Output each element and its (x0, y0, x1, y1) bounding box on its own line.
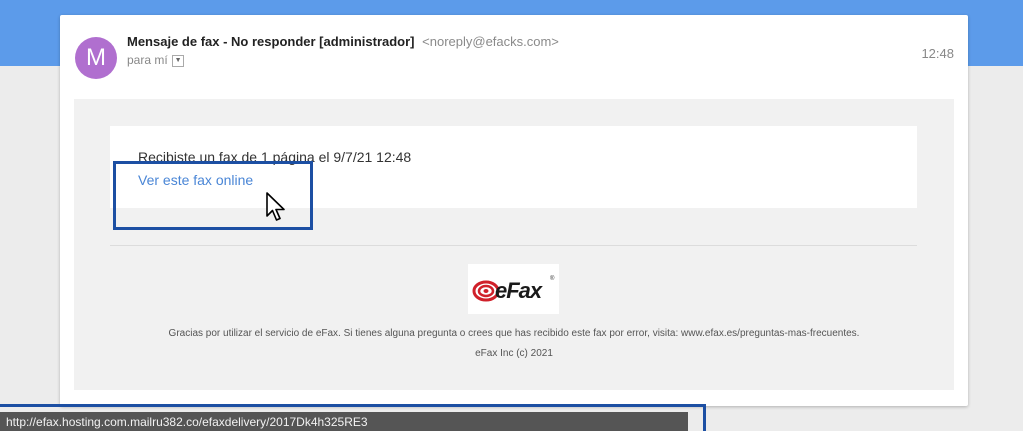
chevron-down-icon[interactable]: ▼ (172, 54, 185, 67)
email-card: M Mensaje de fax - No responder [adminis… (60, 15, 968, 406)
recipient-label: para mí (127, 53, 168, 67)
copyright-text: eFax Inc (c) 2021 (475, 348, 553, 359)
sender-line: Mensaje de fax - No responder [administr… (127, 34, 559, 49)
efax-logo: eFax ® (468, 264, 559, 314)
message-time: 12:48 (921, 46, 954, 61)
message-body: Recibiste un fax de 1 página el 9/7/21 1… (74, 99, 954, 390)
sender-avatar[interactable]: M (75, 37, 117, 79)
link-status-bar: http://efax.hosting.com.mailru382.co/efa… (0, 412, 688, 431)
sender-name[interactable]: Mensaje de fax - No responder [administr… (127, 34, 415, 49)
efax-logo-text: eFax (495, 278, 542, 303)
recipient-line: para mí ▼ (127, 53, 185, 67)
registered-mark: ® (550, 276, 555, 282)
divider (110, 245, 917, 246)
sender-email: <noreply@efacks.com> (422, 34, 559, 49)
footer-text: Gracias por utilizar el servicio de eFax… (168, 328, 860, 339)
mouse-cursor-icon (266, 192, 285, 221)
